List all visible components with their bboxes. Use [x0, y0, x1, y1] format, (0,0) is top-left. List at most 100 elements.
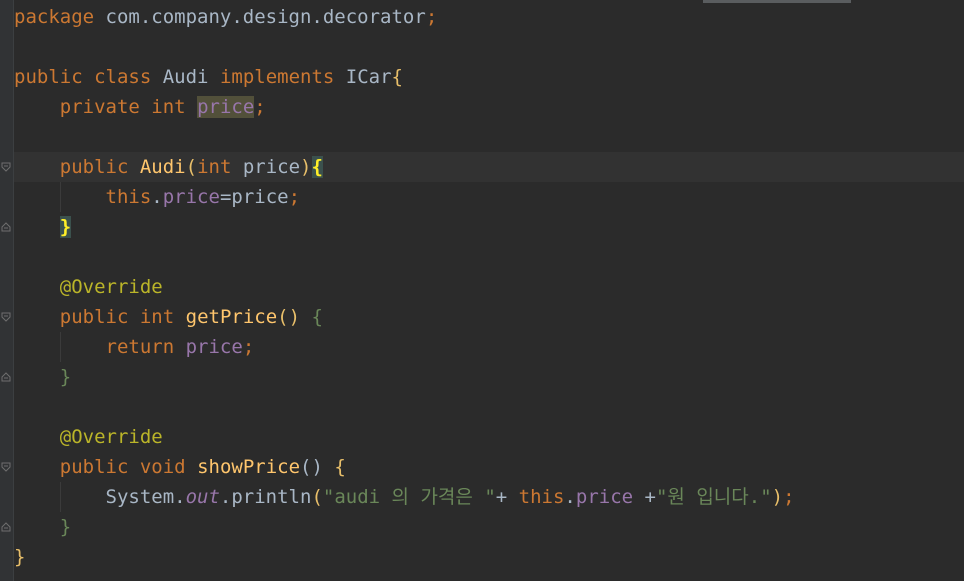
code-token: this [105, 186, 152, 208]
code-line[interactable]: private int price; [14, 92, 266, 122]
code-token: } [14, 546, 26, 568]
code-token: ; [783, 486, 795, 508]
code-token: price [185, 336, 243, 358]
code-line[interactable]: return price; [14, 332, 255, 362]
code-token: getPrice [185, 306, 278, 328]
fold-open-icon[interactable] [1, 162, 11, 172]
code-editor[interactable]: package com.company.design.decorator; pub… [0, 0, 964, 581]
code-token: . [151, 186, 163, 208]
code-line[interactable]: public void showPrice() { [14, 452, 346, 482]
code-token: @Override [59, 276, 163, 298]
code-token: } [59, 366, 72, 388]
fold-close-icon[interactable] [1, 222, 11, 232]
code-token: package [14, 6, 95, 28]
code-line[interactable]: public int getPrice() { [14, 302, 323, 332]
code-token: "audi 의 가격은 " [322, 486, 496, 508]
code-token: ; [425, 6, 438, 28]
code-token: void [139, 456, 186, 478]
code-token: showPrice [197, 456, 301, 478]
code-token: implements [219, 66, 335, 88]
code-token: . [564, 486, 576, 508]
fold-close-icon[interactable] [1, 522, 11, 532]
code-token: Audi [139, 156, 186, 178]
code-line[interactable]: } [14, 512, 71, 542]
fold-open-icon[interactable] [1, 462, 11, 472]
code-token: { [391, 66, 403, 88]
code-token: ; [288, 186, 301, 208]
code-token: ( [185, 156, 198, 178]
code-token: () [277, 306, 301, 328]
fold-close-icon[interactable] [1, 372, 11, 382]
code-token: public [59, 306, 129, 328]
code-token: ( [311, 486, 323, 508]
code-token: ) [300, 156, 312, 178]
editor-gutter[interactable] [0, 0, 13, 581]
code-token: { [311, 156, 323, 178]
code-line[interactable]: public class Audi implements ICar{ [14, 62, 403, 92]
code-token: Audi [151, 66, 220, 88]
code-line[interactable]: @Override [14, 422, 163, 452]
code-line[interactable]: } [14, 362, 71, 392]
code-token: ICar [334, 66, 392, 88]
code-token: } [59, 216, 72, 238]
code-token: @Override [59, 426, 163, 448]
code-token: () [300, 456, 323, 478]
code-token: System. [14, 486, 186, 508]
code-token: return [105, 336, 175, 358]
code-token: } [59, 516, 72, 538]
code-token: ; [242, 336, 255, 358]
code-token: this [518, 486, 565, 508]
code-token: out [185, 486, 220, 508]
code-token: .println [219, 486, 312, 508]
code-token: "원 입니다." [655, 486, 772, 508]
code-line[interactable]: @Override [14, 272, 163, 302]
code-token: com.company.design.decorator [94, 6, 426, 28]
horizontal-scrollbar-thumb[interactable] [703, 0, 851, 3]
code-token: int [197, 156, 232, 178]
code-token: =price [219, 186, 289, 208]
code-token: { [334, 456, 346, 478]
code-token: public [59, 456, 129, 478]
code-token: ) [771, 486, 784, 508]
code-token: private [59, 96, 140, 118]
code-token: price [162, 186, 220, 208]
code-token: class [94, 66, 152, 88]
code-token: { [311, 306, 323, 328]
fold-open-icon[interactable] [1, 312, 11, 322]
code-token: int [139, 306, 175, 328]
code-token: public [59, 156, 129, 178]
code-line[interactable]: this.price=price; [14, 182, 301, 212]
code-token: price [575, 486, 634, 508]
code-line[interactable]: } [14, 212, 72, 242]
code-line[interactable]: System.out.println("audi 의 가격은 " + this.p… [14, 482, 795, 512]
code-token: ; [254, 96, 266, 118]
code-token: public [14, 66, 83, 88]
code-token: + [633, 486, 656, 508]
code-line[interactable]: } [14, 542, 25, 572]
code-token: price [231, 156, 301, 178]
code-line[interactable]: public Audi(int price){ [14, 152, 323, 182]
code-line[interactable]: package com.company.design.decorator; [14, 2, 437, 32]
